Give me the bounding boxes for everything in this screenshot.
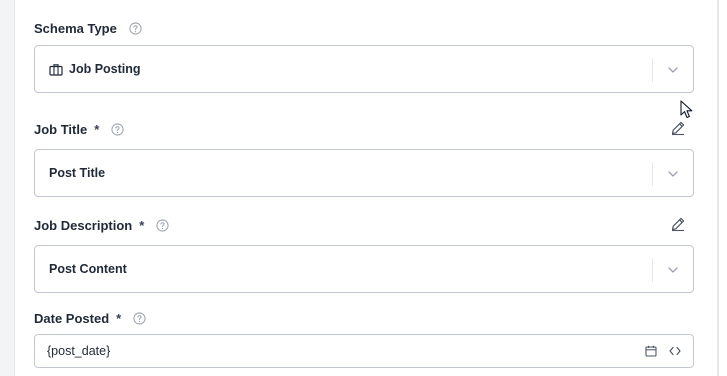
briefcase-icon <box>49 63 63 76</box>
select-separator <box>652 258 653 282</box>
schema-type-select[interactable]: Job Posting <box>34 45 694 93</box>
select-separator <box>652 58 653 82</box>
panel-edge <box>718 0 727 376</box>
job-title-value-text: Post Title <box>49 166 106 180</box>
schema-type-label-row: Schema Type <box>34 19 142 37</box>
job-title-select[interactable]: Post Title <box>34 149 694 197</box>
chevron-down-icon[interactable] <box>667 168 679 180</box>
date-posted-input[interactable]: {post_date} <box>34 334 694 368</box>
required-mark: * <box>139 217 145 233</box>
required-mark: * <box>94 121 100 137</box>
edit-pencil-icon[interactable] <box>670 120 686 136</box>
mouse-cursor <box>680 100 693 119</box>
schema-settings-page: Schema Type Job Posting Job Title * Post… <box>0 0 727 376</box>
chevron-down-icon[interactable] <box>667 64 679 76</box>
help-icon[interactable] <box>129 21 142 35</box>
job-title-label: Job Title <box>34 121 88 137</box>
job-description-label: Job Description <box>34 217 133 233</box>
job-title-label-row: Job Title * <box>34 120 124 138</box>
chevron-down-icon[interactable] <box>667 264 679 276</box>
calendar-icon[interactable] <box>645 345 657 357</box>
schema-type-value-text: Job Posting <box>69 62 141 76</box>
schema-type-label: Schema Type <box>34 20 117 36</box>
required-mark: * <box>116 310 122 326</box>
edit-pencil-icon[interactable] <box>670 216 686 232</box>
job-description-value-text: Post Content <box>49 262 127 276</box>
date-posted-label: Date Posted <box>34 310 110 326</box>
code-icon[interactable] <box>669 346 681 356</box>
date-posted-label-row: Date Posted * <box>34 309 146 327</box>
job-description-label-row: Job Description * <box>34 216 169 234</box>
job-description-select[interactable]: Post Content <box>34 245 694 293</box>
help-icon[interactable] <box>111 122 124 136</box>
schema-type-value: Job Posting <box>49 62 141 76</box>
help-icon[interactable] <box>133 311 146 325</box>
select-separator <box>652 162 653 186</box>
date-posted-value[interactable]: {post_date} <box>47 344 110 358</box>
job-title-value: Post Title <box>49 166 105 180</box>
job-description-value: Post Content <box>49 262 127 276</box>
help-icon[interactable] <box>156 218 169 232</box>
